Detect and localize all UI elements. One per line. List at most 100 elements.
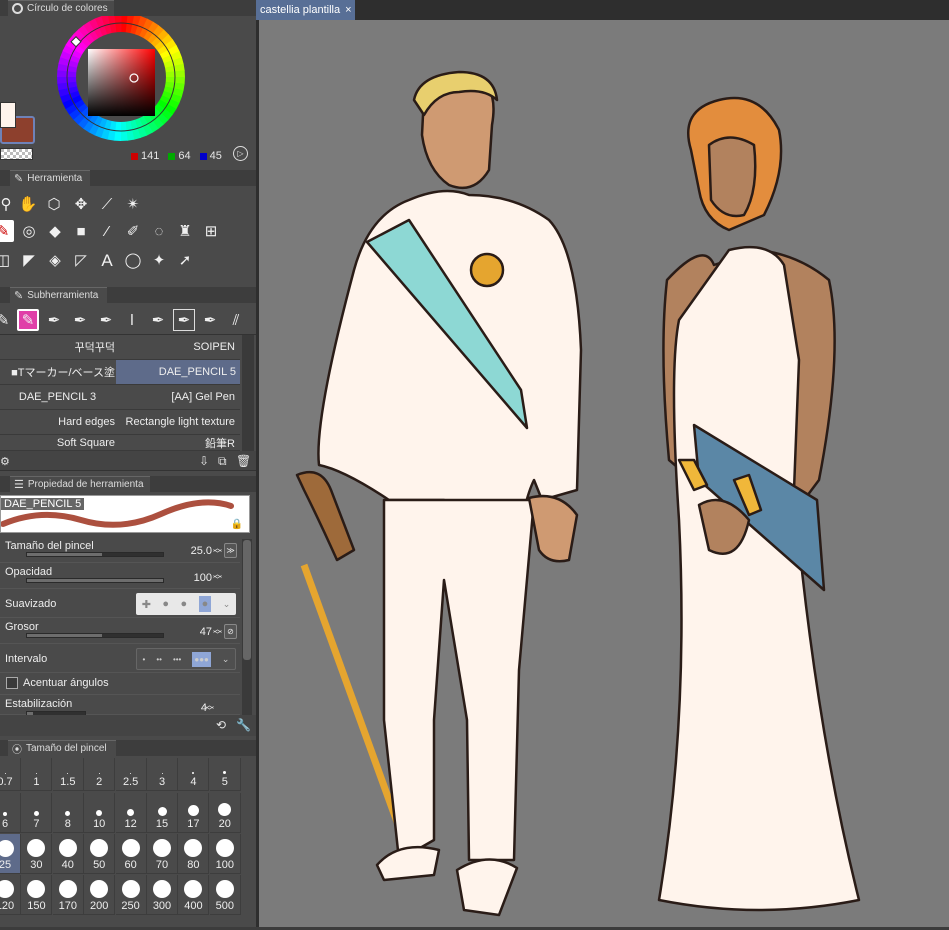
brush-size-pressure-button[interactable]: ≫ — [224, 543, 237, 558]
eyedropper-icon[interactable]: ⟋ — [96, 193, 118, 215]
turnip-subtool-icon[interactable]: ✒ — [69, 309, 91, 331]
brush-size-preset[interactable]: 300 — [147, 875, 178, 915]
brush-size-preset[interactable]: 170 — [52, 875, 84, 915]
tab-brush-size[interactable]: ⦿ Tamaño del pincel — [8, 740, 116, 756]
gpen-subtool-icon[interactable]: ✒ — [43, 309, 65, 331]
wand-icon[interactable]: ✴ — [122, 193, 144, 215]
brush-size-preset[interactable]: 5 — [209, 758, 241, 791]
rotate-icon[interactable]: ⬡ — [43, 193, 65, 215]
brush-size-preset[interactable]: 3 — [147, 758, 178, 791]
brush-size-spinner[interactable]: ︿ ﹀ — [213, 544, 222, 559]
stamp-icon[interactable]: ♜ — [174, 220, 196, 242]
stabilization-spinner[interactable]: ︿ ﹀ — [205, 701, 214, 716]
duplicate-icon[interactable]: ⧉ — [218, 454, 227, 469]
transparent-swatch[interactable] — [0, 148, 33, 160]
text-icon[interactable]: A — [96, 249, 118, 271]
pencil-icon[interactable]: ✐ — [122, 220, 144, 242]
tab-color-wheel[interactable]: Círculo de colores — [8, 0, 114, 16]
smoothing-low-icon[interactable]: ● — [162, 598, 169, 610]
brush-size-slider[interactable] — [26, 552, 164, 557]
brush-item[interactable]: Soft Square — [0, 435, 119, 451]
round-pen-subtool-icon[interactable]: ✒ — [95, 309, 117, 331]
brush-list-scrollbar[interactable] — [242, 335, 254, 451]
hue-ring[interactable] — [0, 16, 256, 168]
brushes-subtool-icon[interactable]: ⫽ — [225, 309, 247, 331]
fill-bucket-icon[interactable]: ◈ — [44, 249, 66, 271]
settings-small-icon[interactable]: ⚙ — [0, 455, 10, 468]
chevron-down-icon[interactable]: ⌄ — [222, 654, 230, 665]
mapping-pen-subtool-icon[interactable]: ✒ — [147, 309, 169, 331]
object-select-icon[interactable]: ➚ — [174, 249, 196, 271]
interval-sparse-icon[interactable]: • — [143, 655, 146, 664]
brush-size-preset[interactable]: 25 — [0, 834, 21, 874]
brush-size-preset[interactable]: 7 — [21, 793, 53, 833]
brush-size-preset[interactable]: 150 — [21, 875, 53, 915]
eraser-icon[interactable]: ◆ — [44, 220, 66, 242]
brush-size-preset[interactable]: 500 — [209, 875, 241, 915]
opacity-spinner[interactable]: ︿ ﹀ — [213, 570, 222, 585]
zoom-icon[interactable]: ⚲ — [0, 193, 17, 215]
brush-item[interactable]: ■Tマーカー/ベース塗 — [0, 360, 119, 384]
import-icon[interactable]: ⇩ — [199, 454, 209, 468]
brush-size-preset[interactable]: 12 — [115, 793, 147, 833]
brush-size-preset[interactable]: 17 — [178, 793, 210, 833]
reset-icon[interactable]: ⟲ — [216, 718, 226, 732]
thickness-link-button[interactable]: ⊘ — [224, 624, 237, 639]
selected-pen-subtool-icon[interactable]: ✒ — [173, 309, 195, 331]
interval-dense-icon[interactable]: ••• — [173, 655, 181, 664]
balloon-icon[interactable]: ◯ — [122, 249, 144, 271]
hand-icon[interactable]: ✋ — [17, 193, 39, 215]
brush-size-preset[interactable]: 2.5 — [115, 758, 147, 791]
brush-item[interactable]: Hard edges — [0, 410, 119, 434]
brush-size-preset[interactable]: 200 — [84, 875, 116, 915]
brush-size-preset[interactable]: 70 — [147, 834, 178, 874]
thickness-slider[interactable] — [26, 633, 164, 638]
gradient-icon[interactable]: ◤ — [18, 249, 40, 271]
brush-pen-subtool-icon[interactable]: ✒ — [199, 309, 221, 331]
brush-size-preset[interactable]: 1.5 — [52, 758, 84, 791]
pen-subtool-icon[interactable]: ✎ — [17, 309, 39, 331]
brush-size-preset[interactable]: 20 — [209, 793, 241, 833]
lock-icon[interactable]: 🔒 — [231, 519, 243, 530]
sparkle-icon[interactable]: ✦ — [148, 249, 170, 271]
brush-item[interactable]: Rectangle light texture — [120, 410, 239, 434]
brush-size-preset[interactable]: 0.7 — [0, 758, 21, 791]
brush-size-preset[interactable]: 6 — [0, 793, 21, 833]
brush-size-preset[interactable]: 10 — [84, 793, 116, 833]
brush-size-preset[interactable]: 2 — [84, 758, 116, 791]
brush-item-selected[interactable]: DAE_PENCIL 5 — [116, 360, 240, 384]
brush-item[interactable]: 꾸덕꾸덕 — [0, 335, 119, 359]
fill-rect-icon[interactable]: ■ — [70, 220, 92, 242]
lasso-fill-icon[interactable]: ◎ — [18, 220, 40, 242]
brush-size-preset[interactable]: 80 — [178, 834, 210, 874]
tab-subtool[interactable]: ✎ Subherramienta — [10, 287, 107, 303]
sub-color-swatch[interactable] — [0, 102, 16, 128]
pencil-subtool-icon[interactable]: ǀ — [121, 309, 143, 331]
brush-item[interactable]: 鉛筆R — [120, 435, 239, 451]
brush-size-preset[interactable]: 60 — [115, 834, 147, 874]
brush-size-preset[interactable]: 400 — [178, 875, 210, 915]
brush-size-preset[interactable]: 30 — [21, 834, 53, 874]
interval-fixed-icon[interactable]: ●●● — [192, 651, 211, 667]
thickness-spinner[interactable]: ︿ ﹀ — [213, 625, 222, 640]
brush-size-preset[interactable]: 40 — [52, 834, 84, 874]
lasso-select-icon[interactable]: ◌ — [148, 220, 170, 242]
brush-size-preset[interactable]: 1 — [21, 758, 53, 791]
document-tab[interactable]: castellia plantilla × — [256, 0, 355, 20]
accent-angles-checkbox[interactable] — [6, 677, 18, 689]
figure-icon[interactable]: ◸ — [70, 249, 92, 271]
frame-icon[interactable]: ◫ — [0, 249, 14, 271]
opacity-slider[interactable] — [26, 578, 164, 583]
play-icon[interactable]: ▷ — [233, 146, 248, 161]
trash-icon[interactable]: 🗑 — [236, 454, 251, 468]
close-icon[interactable]: × — [345, 4, 351, 16]
brush-size-preset[interactable]: 8 — [52, 793, 84, 833]
property-scrollbar[interactable] — [242, 539, 252, 715]
brush-item[interactable]: DAE_PENCIL 3 — [0, 385, 119, 409]
pen-tool-icon[interactable]: ✎ — [0, 220, 14, 242]
brush-size-preset[interactable]: 50 — [84, 834, 116, 874]
brush-size-preset[interactable]: 4 — [178, 758, 210, 791]
chevron-down-icon[interactable]: ⌄ — [223, 599, 231, 610]
marker-subtool-icon[interactable]: ✎ — [0, 309, 14, 331]
tab-tool[interactable]: ✎ Herramienta — [10, 170, 90, 186]
